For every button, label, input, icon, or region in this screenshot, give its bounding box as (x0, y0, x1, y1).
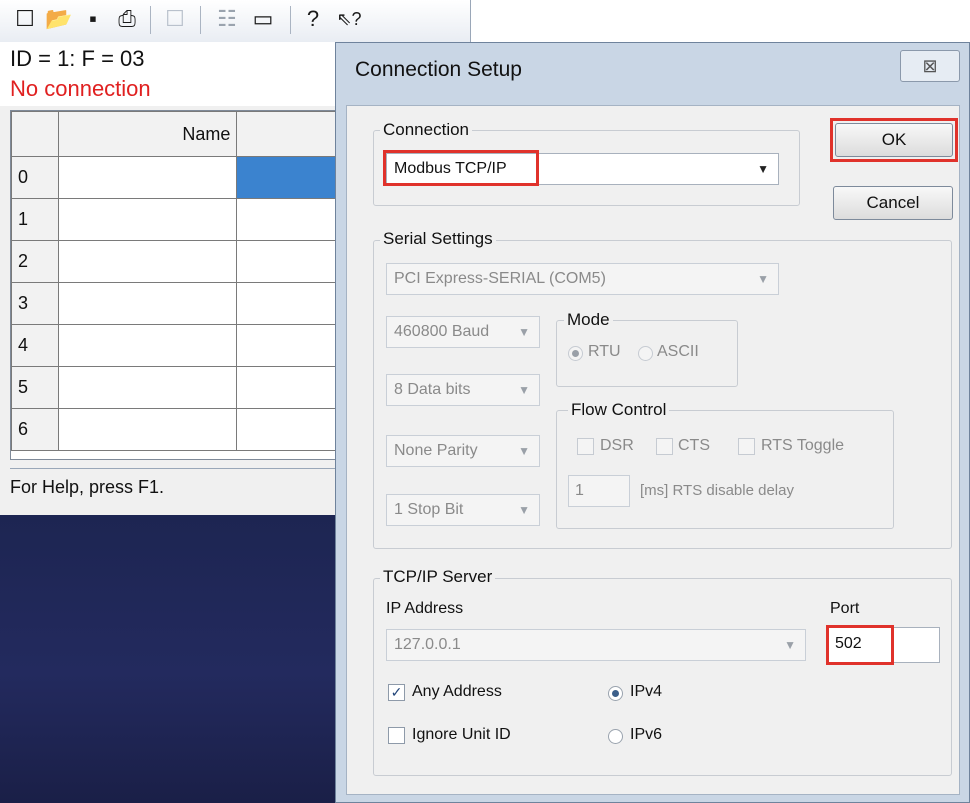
stop-bits-select[interactable]: 1 Stop Bit ▼ (386, 494, 540, 526)
ip-address-value: 127.0.0.1 (394, 636, 461, 653)
chevron-down-icon: ▼ (518, 383, 530, 397)
parity-select[interactable]: None Parity ▼ (386, 435, 540, 467)
data-bits-select[interactable]: 8 Data bits ▼ (386, 374, 540, 406)
open-folder-icon[interactable]: 📂 (44, 4, 74, 34)
name-cell[interactable] (58, 408, 238, 451)
table-row[interactable]: 6 (11, 408, 371, 451)
ipv6-radio[interactable] (608, 729, 623, 744)
mode-ascii-radio[interactable] (638, 346, 653, 361)
help-icon[interactable]: ? (298, 4, 328, 34)
row-index: 4 (11, 324, 60, 367)
ignore-unit-id-label: Ignore Unit ID (412, 726, 511, 743)
baud-rate-value: 460800 Baud (394, 323, 490, 340)
connection-group-label: Connection (380, 120, 473, 140)
name-cell[interactable] (58, 198, 238, 241)
serial-settings-label: Serial Settings (380, 229, 496, 249)
grid-corner (11, 111, 60, 157)
table-row[interactable]: 4 (11, 324, 371, 367)
close-icon[interactable]: ⊠ (900, 50, 960, 82)
name-cell[interactable] (58, 324, 238, 367)
parity-value: None Parity (394, 442, 478, 459)
name-cell[interactable] (58, 282, 238, 325)
cancel-button[interactable]: Cancel (833, 186, 953, 220)
ok-highlight (830, 118, 958, 162)
toolbar: ☐ 📂 ▪ ⎙ ☐ ☷ ▭ ? ⇖? (0, 0, 470, 43)
chevron-down-icon: ▼ (784, 638, 796, 652)
row-index: 1 (11, 198, 60, 241)
chevron-down-icon: ▼ (518, 444, 530, 458)
toolbar-separator (290, 6, 291, 34)
dsr-checkbox[interactable] (577, 438, 594, 455)
table-row[interactable]: 1 (11, 198, 371, 241)
cts-label: CTS (678, 437, 710, 454)
mode-rtu-radio[interactable] (568, 346, 583, 361)
data-bits-value: 8 Data bits (394, 381, 471, 398)
row-index: 3 (11, 282, 60, 325)
name-cell[interactable] (58, 366, 238, 409)
baud-rate-select[interactable]: 460800 Baud ▼ (386, 316, 540, 348)
connect-icon[interactable]: ☷ (212, 4, 242, 34)
table-row[interactable]: 0 (11, 156, 371, 199)
chevron-down-icon: ▼ (518, 325, 530, 339)
name-cell[interactable] (58, 240, 238, 283)
chevron-down-icon: ▼ (757, 162, 769, 176)
connection-highlight (383, 150, 539, 186)
ipv4-radio[interactable] (608, 686, 623, 701)
port-label: Port (830, 600, 860, 617)
ipv4-label: IPv4 (630, 683, 663, 700)
stop-bits-value: 1 Stop Bit (394, 501, 464, 518)
slave-id-function: ID = 1: F = 03 (10, 46, 145, 71)
flow-control-group (556, 410, 894, 529)
tcpip-server-label: TCP/IP Server (380, 567, 496, 587)
cts-checkbox[interactable] (656, 438, 673, 455)
new-file-icon[interactable]: ☐ (10, 4, 40, 34)
context-help-icon[interactable]: ⇖? (334, 4, 364, 34)
rts-delay-label: [ms] RTS disable delay (640, 482, 794, 499)
mode-rtu-label: RTU (588, 343, 621, 360)
row-index: 6 (11, 408, 60, 451)
any-address-label: Any Address (412, 683, 502, 700)
desktop-background (0, 515, 345, 803)
name-cell[interactable] (58, 156, 238, 199)
mode-ascii-label: ASCII (657, 343, 699, 360)
dsr-label: DSR (600, 437, 634, 454)
chevron-down-icon: ▼ (757, 272, 769, 286)
display-icon[interactable]: ▭ (248, 4, 278, 34)
serial-port-select[interactable]: PCI Express-SERIAL (COM5) ▼ (386, 263, 779, 295)
port-highlight (826, 625, 894, 665)
ip-address-label: IP Address (386, 600, 464, 617)
grid-header-row: Name (11, 111, 371, 157)
ignore-unit-id-checkbox[interactable] (388, 727, 405, 744)
rts-toggle-label: RTS Toggle (761, 437, 845, 454)
row-index: 0 (11, 156, 60, 199)
serial-port-value: PCI Express-SERIAL (COM5) (394, 270, 606, 287)
flow-control-label: Flow Control (568, 400, 670, 420)
rts-toggle-checkbox[interactable] (738, 438, 755, 455)
chevron-down-icon: ▼ (518, 503, 530, 517)
connection-status: No connection (10, 76, 151, 101)
dialog-title: Connection Setup (355, 58, 522, 81)
table-row[interactable]: 5 (11, 366, 371, 409)
ip-address-select[interactable]: 127.0.0.1 ▼ (386, 629, 806, 661)
ipv6-label: IPv6 (630, 726, 663, 743)
table-row[interactable]: 3 (11, 282, 371, 325)
toolbar-separator (200, 6, 201, 34)
row-index: 2 (11, 240, 60, 283)
blank-icon[interactable]: ☐ (160, 4, 190, 34)
rts-delay-input[interactable]: 1 (568, 475, 630, 507)
print-icon[interactable]: ⎙ (112, 4, 142, 34)
row-index: 5 (11, 366, 60, 409)
table-row[interactable]: 2 (11, 240, 371, 283)
save-icon[interactable]: ▪ (78, 4, 108, 34)
toolbar-separator (150, 6, 151, 34)
any-address-checkbox[interactable]: ✓ (388, 684, 405, 701)
register-grid[interactable]: Name 0 1 2 3 4 5 6 (10, 110, 372, 460)
mode-label: Mode (564, 310, 613, 330)
column-header-name[interactable]: Name (58, 111, 238, 157)
